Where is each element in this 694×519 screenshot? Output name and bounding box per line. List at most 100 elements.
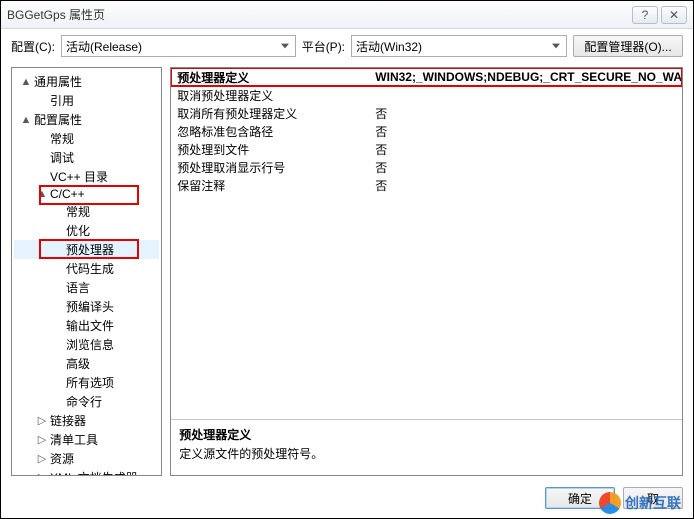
expander-spacer [52,320,64,332]
tree-item-label: 调试 [50,149,74,166]
property-value[interactable]: 否 [371,159,682,176]
close-button[interactable]: ✕ [661,6,687,24]
tree-item-label: 所有选项 [66,374,114,391]
platform-combo[interactable]: 活动(Win32) [351,35,567,57]
tree-item[interactable]: ▷清单工具 [14,430,159,449]
help-button[interactable]: ? [632,6,658,24]
tree-item-label: 常规 [50,130,74,147]
tree-item[interactable]: 高级 [14,354,159,373]
tree-item[interactable]: 浏览信息 [14,335,159,354]
tree-item-label: 预处理器 [66,241,114,258]
tree-item[interactable]: 优化 [14,221,159,240]
property-value[interactable]: 否 [371,105,682,122]
property-value[interactable]: WIN32;_WINDOWS;NDEBUG;_CRT_SECURE_NO_WA [371,70,682,84]
property-label: 预处理到文件 [171,141,371,158]
tree-item-label: 预编译头 [66,298,114,315]
property-row[interactable]: 取消所有预处理器定义否 [171,104,682,122]
tree-item-label: 高级 [66,355,90,372]
tree-item[interactable]: 预编译头 [14,297,159,316]
tree-item-label: 常规 [66,203,90,220]
tree-item-label: 输出文件 [66,317,114,334]
config-combo[interactable]: 活动(Release) [61,35,296,57]
description-body: 定义源文件的预处理符号。 [179,445,674,462]
tree-item[interactable]: 输出文件 [14,316,159,335]
expander-icon[interactable]: ▷ [36,434,48,446]
tree-item[interactable]: ▷资源 [14,449,159,468]
property-row[interactable]: 预处理器定义WIN32;_WINDOWS;NDEBUG;_CRT_SECURE_… [171,68,682,86]
tree-item-label: 链接器 [50,412,86,429]
expander-icon[interactable]: ▲ [20,76,32,88]
tree-panel[interactable]: ▲通用属性引用▲配置属性常规调试VC++ 目录▲C/C++常规优化预处理器代码生… [11,67,162,476]
tree-item[interactable]: ▲通用属性 [14,72,159,91]
expander-spacer [52,301,64,313]
tree-item-label: 引用 [50,92,74,109]
tree-item-label: 清单工具 [50,431,98,448]
tree-item-label: XML 文档生成器 [50,469,138,476]
expander-spacer [52,225,64,237]
tree-item[interactable]: ▷链接器 [14,411,159,430]
tree-item[interactable]: 常规 [14,202,159,221]
title-bar: BGGetGps 属性页 ? ✕ [1,1,693,29]
expander-spacer [52,263,64,275]
tree-item-label: C/C++ [50,187,85,201]
tree-item-label: 优化 [66,222,90,239]
nav-tree: ▲通用属性引用▲配置属性常规调试VC++ 目录▲C/C++常规优化预处理器代码生… [14,72,159,476]
tree-item-label: 浏览信息 [66,336,114,353]
ok-button[interactable]: 确定 [545,487,615,509]
cancel-button[interactable]: 取 [623,487,683,509]
tree-item[interactable]: ▲C/C++ [14,186,159,202]
expander-spacer [52,358,64,370]
expander-spacer [36,133,48,145]
tree-item-label: 命令行 [66,393,102,410]
description-title: 预处理器定义 [179,426,674,443]
property-label: 忽略标准包含路径 [171,123,371,140]
property-label: 取消预处理器定义 [171,87,371,104]
tree-item[interactable]: 引用 [14,91,159,110]
description-panel: 预处理器定义 定义源文件的预处理符号。 [171,419,682,475]
property-label: 预处理器定义 [171,69,371,86]
tree-item[interactable]: 语言 [14,278,159,297]
tree-item[interactable]: ▷XML 文档生成器 [14,468,159,476]
expander-spacer [52,206,64,218]
tree-item[interactable]: 常规 [14,129,159,148]
window-title: BGGetGps 属性页 [7,6,629,23]
tree-item[interactable]: 调试 [14,148,159,167]
config-manager-button[interactable]: 配置管理器(O)... [573,35,683,57]
tree-item-label: 资源 [50,450,74,467]
config-toolbar: 配置(C): 活动(Release) 平台(P): 活动(Win32) 配置管理… [1,29,693,63]
tree-item-label: 配置属性 [34,111,82,128]
expander-icon[interactable]: ▷ [36,415,48,427]
tree-item[interactable]: 命令行 [14,392,159,411]
property-row[interactable]: 忽略标准包含路径否 [171,122,682,140]
chevron-down-icon [277,38,293,54]
property-label: 预处理取消显示行号 [171,159,371,176]
property-grid[interactable]: 预处理器定义WIN32;_WINDOWS;NDEBUG;_CRT_SECURE_… [171,68,682,419]
tree-item-label: 语言 [66,279,90,296]
property-value[interactable]: 否 [371,141,682,158]
expander-icon[interactable]: ▷ [36,453,48,465]
tree-item[interactable]: 代码生成 [14,259,159,278]
property-label: 保留注释 [171,177,371,194]
property-row[interactable]: 预处理取消显示行号否 [171,158,682,176]
tree-item[interactable]: VC++ 目录 [14,167,159,186]
platform-label: 平台(P): [302,38,345,55]
property-value[interactable]: 否 [371,123,682,140]
expander-spacer [52,396,64,408]
tree-item-label: 通用属性 [34,73,82,90]
expander-icon[interactable]: ▲ [36,188,48,200]
expander-spacer [36,152,48,164]
tree-item[interactable]: ▲配置属性 [14,110,159,129]
expander-spacer [36,95,48,107]
expander-spacer [52,244,64,256]
expander-icon[interactable]: ▷ [36,472,48,477]
tree-item[interactable]: 所有选项 [14,373,159,392]
property-row[interactable]: 保留注释否 [171,176,682,194]
tree-item[interactable]: 预处理器 [14,240,159,259]
property-value[interactable]: 否 [371,177,682,194]
chevron-down-icon [548,38,564,54]
property-row[interactable]: 取消预处理器定义 [171,86,682,104]
expander-spacer [52,282,64,294]
property-row[interactable]: 预处理到文件否 [171,140,682,158]
expander-icon[interactable]: ▲ [20,114,32,126]
property-label: 取消所有预处理器定义 [171,105,371,122]
